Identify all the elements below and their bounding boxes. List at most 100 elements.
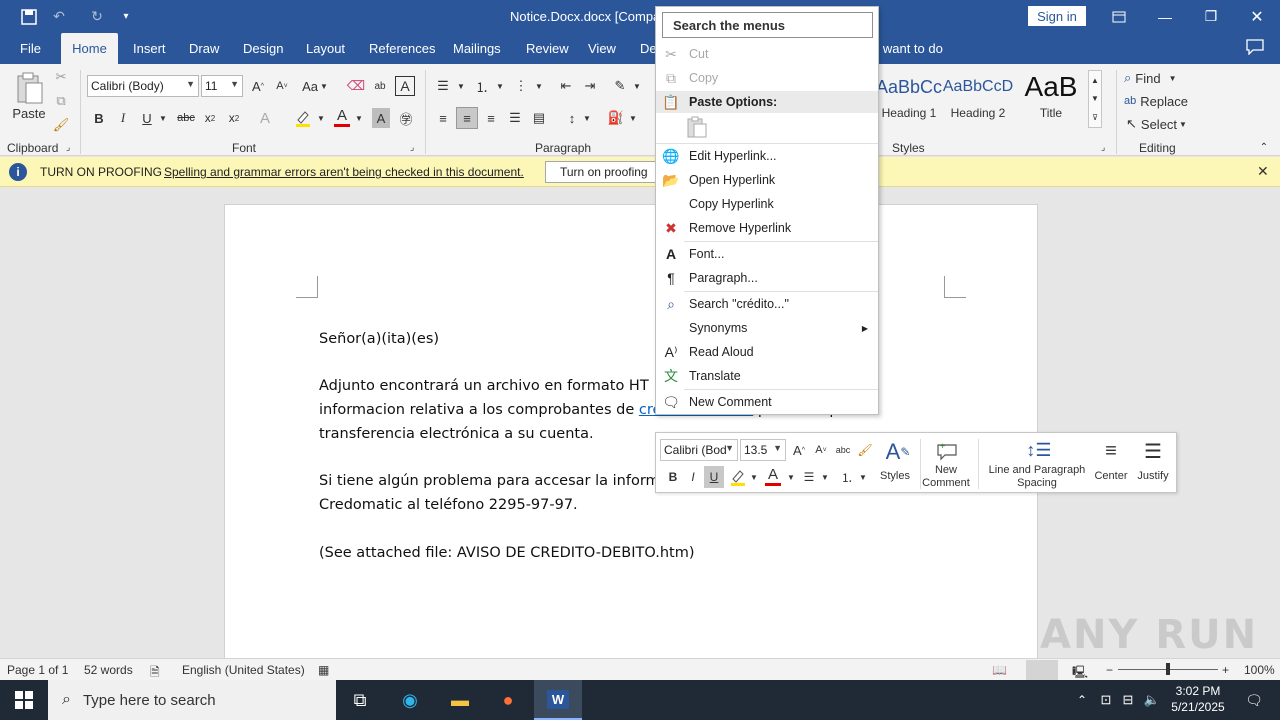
character-border-icon[interactable]: A xyxy=(395,76,415,96)
doc-line[interactable]: Credomatic al teléfono 2295-97-97. xyxy=(319,497,578,513)
copy-icon[interactable]: ⧉ xyxy=(52,92,70,110)
underline-dropdown-icon[interactable]: ▼ xyxy=(158,108,168,128)
page-count[interactable]: Page 1 of 1 xyxy=(7,663,68,677)
mini-numbering-icon[interactable]: ⒈ xyxy=(838,467,856,487)
highlight-icon[interactable] xyxy=(292,108,314,128)
mini-line-spacing-button[interactable]: Line and Paragraph Spacing xyxy=(984,464,1090,490)
task-view-icon[interactable]: ⧉ xyxy=(346,686,374,714)
windows-start-icon[interactable] xyxy=(10,686,38,714)
numbering-dropdown-icon[interactable]: ▼ xyxy=(495,76,505,96)
style-heading-1[interactable]: AaBbCc Heading 1 xyxy=(876,72,942,126)
multilevel-dropdown-icon[interactable]: ▼ xyxy=(534,76,544,96)
distributed-icon[interactable]: ▤ xyxy=(530,108,548,128)
language-status[interactable]: English (United States) xyxy=(182,663,305,677)
style-title[interactable]: AaB Title xyxy=(1016,71,1086,126)
mini-highlight-icon[interactable] xyxy=(728,467,748,487)
tab-draw[interactable]: Draw xyxy=(183,33,225,64)
strikethrough-icon[interactable]: abc xyxy=(176,108,196,128)
menu-item-synonyms[interactable]: Synonyms ▶ xyxy=(656,317,878,339)
macro-record-icon[interactable]: ▦ xyxy=(318,663,329,677)
customize-qat-icon[interactable]: ▾ xyxy=(118,0,134,33)
mini-italic-icon[interactable]: I xyxy=(684,467,702,487)
font-size-combo[interactable]: 11 ▼ xyxy=(201,75,243,97)
change-case-button[interactable]: Aa ▼ xyxy=(300,76,330,96)
info-bar-close-icon[interactable]: ✕ xyxy=(1257,163,1269,180)
text-effects-icon[interactable]: A xyxy=(256,108,274,128)
menu-item-translate[interactable]: 文 Translate xyxy=(656,365,878,387)
menu-item-copy[interactable]: ⧉ Copy xyxy=(656,67,878,89)
chinese-layout-icon[interactable]: ✎ xyxy=(610,76,630,96)
menu-item-edit-hyperlink[interactable]: 🌐 Edit Hyperlink... xyxy=(656,145,878,167)
minimize-icon[interactable]: — xyxy=(1150,0,1180,33)
tab-references[interactable]: References xyxy=(363,33,441,64)
tab-mailings[interactable]: Mailings xyxy=(447,33,507,64)
mini-new-comment-icon[interactable]: + xyxy=(932,437,962,465)
mini-styles-button[interactable]: Styles xyxy=(878,470,912,483)
multilevel-list-icon[interactable]: ⋮ xyxy=(512,76,530,96)
character-shading-icon[interactable]: A xyxy=(372,108,390,128)
zoom-out-icon[interactable]: − xyxy=(1106,663,1113,677)
shrink-font-icon[interactable]: A ˅ xyxy=(272,76,292,96)
mini-underline-icon[interactable]: U xyxy=(704,466,724,488)
subscript-icon[interactable]: x2 xyxy=(201,108,219,128)
phonetic-guide-icon[interactable]: ab xyxy=(370,76,390,96)
doc-line[interactable]: Adjunto encontrará un archivo en formato… xyxy=(319,378,649,394)
menu-item-font[interactable]: A Font... xyxy=(656,243,878,265)
line-spacing-icon[interactable]: ↕ xyxy=(562,108,582,128)
shading-icon[interactable]: ⛽ xyxy=(606,108,626,128)
menu-item-open-hyperlink[interactable]: 📂 Open Hyperlink xyxy=(656,169,878,191)
decrease-indent-icon[interactable]: ⇤ xyxy=(556,76,576,96)
italic-icon[interactable]: I xyxy=(114,108,132,128)
align-center-icon[interactable]: ≡ xyxy=(456,107,478,129)
print-layout-icon[interactable] xyxy=(1026,660,1058,680)
tab-home[interactable]: Home xyxy=(61,33,118,64)
mini-format-painter-icon[interactable]: 🖌 xyxy=(856,441,874,459)
close-icon[interactable]: ✕ xyxy=(1242,0,1272,33)
styles-gallery-scroll[interactable]: ▲ ▼ ⊽ xyxy=(1088,70,1102,128)
increase-indent-icon[interactable]: ⇥ xyxy=(580,76,600,96)
align-left-icon[interactable]: ≡ xyxy=(434,108,452,128)
word-taskbar-icon[interactable]: W xyxy=(534,680,582,720)
menu-item-copy-hyperlink[interactable]: Copy Hyperlink xyxy=(656,193,878,215)
bold-icon[interactable]: B xyxy=(90,108,108,128)
numbering-icon[interactable]: ⒈ xyxy=(473,76,491,96)
menu-item-paragraph[interactable]: ¶ Paragraph... xyxy=(656,267,878,289)
sign-in-button[interactable]: Sign in xyxy=(1028,6,1086,26)
notifications-icon[interactable]: 🗨 xyxy=(1240,686,1268,714)
paste-keep-text-icon[interactable] xyxy=(686,115,708,139)
mini-phonetic-icon[interactable]: abc xyxy=(834,441,852,459)
system-clock[interactable]: 3:02 PM 5/21/2025 xyxy=(1160,683,1236,715)
format-painter-icon[interactable]: 🖌 xyxy=(52,116,70,134)
doc-line[interactable]: Si tiene algún problema para accesar la … xyxy=(319,473,660,489)
tab-design[interactable]: Design xyxy=(237,33,289,64)
menu-item-cut[interactable]: ✂ Cut xyxy=(656,43,878,65)
mini-font-color-icon[interactable]: A xyxy=(764,465,782,487)
bullets-dropdown-icon[interactable]: ▼ xyxy=(456,76,466,96)
paste-button[interactable]: Paste xyxy=(8,105,50,121)
style-heading-2[interactable]: AaBbCcD Heading 2 xyxy=(943,72,1013,126)
mini-grow-font-icon[interactable]: A ^ xyxy=(790,441,808,459)
file-explorer-icon[interactable]: ▬ xyxy=(446,686,474,714)
taskbar-search-box[interactable]: ⌕ Type here to search xyxy=(48,680,336,720)
mini-highlight-dropdown-icon[interactable]: ▼ xyxy=(749,467,759,487)
menu-item-read-aloud[interactable]: A⁾ Read Aloud xyxy=(656,341,878,363)
maximize-icon[interactable]: ❐ xyxy=(1196,0,1226,33)
tab-layout[interactable]: Layout xyxy=(300,33,351,64)
find-button[interactable]: ⌕ Find ▼ xyxy=(1124,69,1177,87)
turn-on-proofing-button[interactable]: Turn on proofing xyxy=(545,161,657,183)
clear-formatting-icon[interactable]: ⌫ xyxy=(346,76,366,96)
bullets-icon[interactable]: ☰ xyxy=(434,76,452,96)
tab-view[interactable]: View xyxy=(582,33,622,64)
cut-icon[interactable]: ✂ xyxy=(52,68,70,86)
select-button[interactable]: ↖ Select ▼ xyxy=(1126,115,1187,133)
enclose-characters-icon[interactable]: ㊫ xyxy=(396,108,416,128)
menu-item-search[interactable]: ⌕ Search "crédito..." xyxy=(656,293,878,315)
replace-button[interactable]: ab Replace xyxy=(1124,92,1188,110)
firefox-icon[interactable]: ● xyxy=(494,686,522,714)
menu-item-new-comment[interactable]: 🗨 New Comment xyxy=(656,391,878,413)
font-color-dropdown-icon[interactable]: ▼ xyxy=(354,108,364,128)
mini-bullets-dropdown-icon[interactable]: ▼ xyxy=(820,467,830,487)
comments-icon[interactable] xyxy=(1246,39,1264,60)
font-color-icon[interactable]: A xyxy=(332,106,352,128)
clipboard-launcher-icon[interactable]: ⌟ xyxy=(66,142,70,153)
